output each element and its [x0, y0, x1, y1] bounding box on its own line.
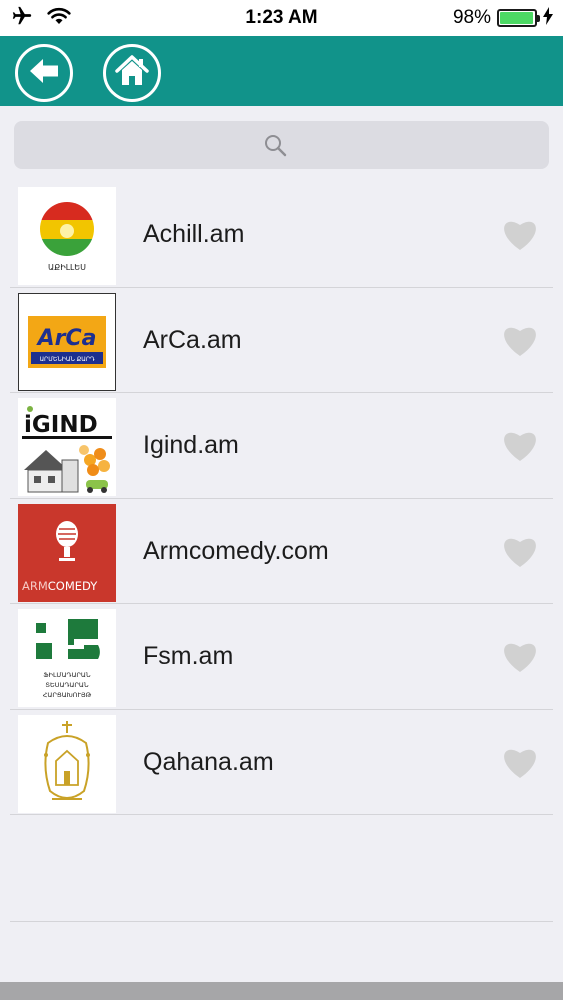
home-button[interactable] — [103, 44, 161, 102]
fsm-logo-caption-1: ՖԻԼՄԱԴԱՐԱՆ — [43, 671, 91, 679]
empty-list-row — [10, 817, 553, 922]
status-right: 98% — [453, 6, 553, 30]
favorite-heart-icon[interactable] — [501, 427, 539, 463]
battery-cap — [537, 15, 540, 22]
search-field[interactable] — [14, 121, 549, 169]
site-list: ԱՔԻԼԼԵՍ Achill.am ArCa ԱՐՄԵՆԻԱՆ ՔԱՐԴ ArC… — [0, 182, 563, 815]
home-icon — [114, 53, 150, 94]
armcomedy-logo-icon: ARMCOMEDY — [18, 503, 116, 602]
qahana-logo-icon — [18, 714, 116, 813]
arca-logo-icon: ArCa ԱՐՄԵՆԻԱՆ ՔԱՐԴ — [18, 292, 116, 391]
fsm-logo-icon: ՖԻԼՄԱԴԱՐԱՆ ՏԵՍԱԴԱՐԱՆ ՀԱՐՑԱԽՈՒՅԹ — [18, 609, 116, 707]
armcomedy-logo-text-a: ARM — [22, 579, 48, 593]
favorite-heart-icon[interactable] — [501, 216, 539, 252]
list-item-arca[interactable]: ArCa ԱՐՄԵՆԻԱՆ ՔԱՐԴ ArCa.am — [10, 288, 553, 393]
achill-logo-icon: ԱՔԻԼԼԵՍ — [18, 187, 116, 285]
arca-logo-text: ArCa — [36, 326, 97, 351]
list-item-igind[interactable]: iGIND Igind.am — [10, 393, 553, 499]
status-bar: 1:23 AM 98% — [0, 0, 563, 36]
igind-logo-icon: iGIND — [18, 398, 116, 496]
favorite-heart-icon[interactable] — [501, 744, 539, 780]
list-item-fsm[interactable]: ՖԻԼՄԱԴԱՐԱՆ ՏԵՍԱԴԱՐԱՆ ՀԱՐՑԱԽՈՒՅԹ Fsm.am — [10, 604, 553, 710]
site-title: Igind.am — [143, 431, 239, 459]
search-icon — [263, 133, 287, 162]
nav-bar — [0, 36, 563, 106]
search-bar — [0, 106, 563, 182]
site-title: ArCa.am — [143, 325, 242, 354]
favorite-heart-icon[interactable] — [501, 322, 539, 358]
bottom-bar — [0, 982, 563, 1000]
achill-logo-caption: ԱՔԻԼԼԵՍ — [48, 263, 86, 272]
fsm-logo-caption-2: ՏԵՍԱԴԱՐԱՆ — [45, 681, 88, 689]
favorite-heart-icon[interactable] — [501, 533, 539, 569]
site-title: Qahana.am — [143, 747, 274, 776]
favorite-heart-icon[interactable] — [501, 638, 539, 674]
back-button[interactable] — [15, 44, 73, 102]
battery-percent: 98% — [452, 7, 491, 28]
list-item-achill[interactable]: ԱՔԻԼԼԵՍ Achill.am — [10, 182, 553, 288]
battery-icon — [497, 9, 540, 27]
battery-fill — [500, 12, 534, 24]
charging-bolt-icon — [543, 6, 553, 30]
site-title: Fsm.am — [143, 642, 234, 670]
list-item-armcomedy[interactable]: ARMCOMEDY Armcomedy.com — [10, 499, 553, 604]
list-item-qahana[interactable]: Qahana.am — [10, 710, 553, 815]
igind-logo-text: iGIND — [24, 412, 98, 438]
arca-logo-caption: ԱՐՄԵՆԻԱՆ ՔԱՐԴ — [39, 356, 95, 363]
arrow-left-icon — [26, 55, 62, 92]
armcomedy-logo-text-b: COMEDY — [48, 579, 98, 593]
site-title: Achill.am — [143, 220, 245, 248]
fsm-logo-caption-3: ՀԱՐՑԱԽՈՒՅԹ — [43, 691, 92, 699]
site-title: Armcomedy.com — [143, 536, 329, 565]
armcomedy-logo-text: ARMCOMEDY — [22, 579, 98, 593]
